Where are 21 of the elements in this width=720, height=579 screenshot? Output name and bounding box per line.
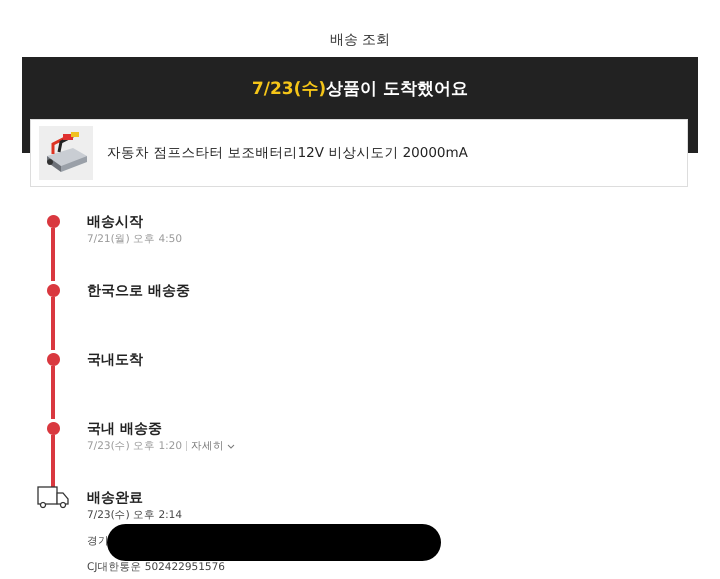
step-title: 한국으로 배송중 — [87, 282, 190, 301]
detail-link[interactable]: 자세히 — [191, 440, 236, 452]
tracking-number: CJ대한통운 502422951576 — [87, 561, 225, 573]
step-title: 배송시작 — [87, 213, 144, 232]
delivery-address: 경기 — [87, 535, 109, 547]
truck-icon — [37, 486, 69, 509]
timeline-dot — [46, 215, 60, 228]
timeline-dot — [46, 353, 60, 366]
timeline-dot — [46, 284, 60, 297]
product-name: 자동차 점프스타터 보조배터리12V 비상시도기 20000mA — [107, 144, 468, 163]
step-time: 7/21(월) 오후 4:50 — [87, 233, 182, 245]
timeline-dot — [46, 422, 60, 435]
step-title: 국내도착 — [87, 351, 143, 370]
arrival-message: 상품이 도착했어요 — [326, 79, 468, 99]
page-title: 배송 조회 — [330, 32, 390, 48]
step-title: 배송완료 — [87, 489, 144, 508]
step-time: 7/23(수) 오후 1:20 — [87, 440, 182, 452]
step-title: 국내 배송중 — [87, 420, 163, 439]
caret-icon — [227, 444, 236, 449]
arrival-date: 7/23(수) — [252, 79, 326, 99]
step-time: 7/23(수) 오후 2:14 — [87, 509, 182, 521]
